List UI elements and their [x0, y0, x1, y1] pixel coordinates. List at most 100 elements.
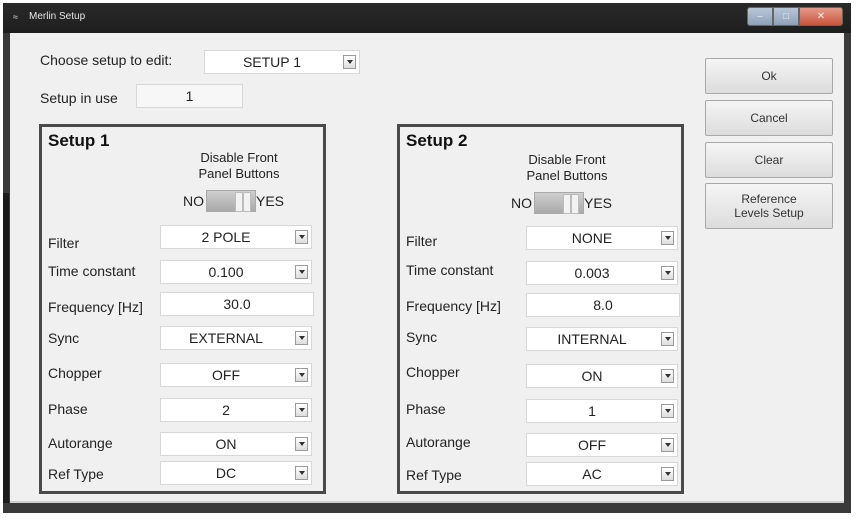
toggle-knob-icon: [571, 194, 579, 214]
cancel-button[interactable]: Cancel: [705, 100, 833, 136]
setup2-disable-label: Disable Front Panel Buttons: [507, 152, 627, 184]
setup2-title: Setup 2: [406, 131, 468, 150]
reference-button-line2: Levels Setup: [734, 206, 804, 220]
setup1-disable-label: Disable Front Panel Buttons: [179, 150, 299, 182]
minimize-icon[interactable]: –: [747, 7, 773, 26]
setup1-sync-value: EXTERNAL: [189, 330, 263, 346]
clear-button[interactable]: Clear: [705, 142, 833, 178]
setup-in-use-value: 1: [136, 84, 243, 108]
chevron-down-icon[interactable]: [661, 404, 674, 418]
setup1-phase-select[interactable]: 2: [160, 398, 312, 422]
setup2-sync-label: Sync: [406, 329, 438, 345]
setup2-time-constant-label: Time constant: [406, 262, 494, 278]
setup2-phase-select[interactable]: 1: [526, 399, 678, 423]
setup1-time-constant-label: Time constant: [48, 263, 136, 279]
chevron-down-icon[interactable]: [343, 55, 356, 69]
setup1-sync-select[interactable]: EXTERNAL: [160, 326, 312, 350]
setup1-panel: Setup 1 Disable Front Panel Buttons NO Y…: [39, 124, 326, 494]
toggle-knob-icon: [235, 192, 243, 212]
setup1-chopper-select[interactable]: OFF: [160, 363, 312, 387]
setup2-sync-value: INTERNAL: [557, 331, 627, 347]
setup1-autorange-label: Autorange: [48, 435, 113, 451]
setup2-autorange-select[interactable]: OFF: [526, 433, 678, 457]
setup2-ref-type-label: Ref Type: [406, 467, 462, 483]
chevron-down-icon[interactable]: [295, 230, 308, 244]
choose-setup-value: SETUP 1: [242, 54, 302, 70]
disable-line1: Disable Front: [200, 150, 278, 165]
window-edge: [3, 193, 9, 503]
setup1-phase-value: 2: [222, 402, 230, 418]
setup2-sync-select[interactable]: INTERNAL: [526, 327, 678, 351]
setup2-autorange-label: Autorange: [406, 434, 471, 450]
chevron-down-icon[interactable]: [295, 265, 308, 279]
setup1-yes-label: YES: [256, 193, 285, 209]
client-area: Choose setup to edit: SETUP 1 Setup in u…: [3, 33, 844, 503]
setup1-autorange-value: ON: [215, 436, 237, 452]
choose-setup-label: Choose setup to edit:: [40, 52, 173, 68]
setup2-filter-select[interactable]: NONE: [526, 226, 678, 250]
setup-window: ≈ Merlin Setup – □ ✕ Choose setup to edi…: [3, 3, 851, 513]
window-controls: – □ ✕: [747, 7, 843, 26]
setup1-ref-type-label: Ref Type: [48, 466, 104, 482]
reference-levels-setup-button[interactable]: Reference Levels Setup: [705, 183, 833, 229]
maximize-icon[interactable]: □: [773, 7, 799, 26]
setup1-no-label: NO: [183, 193, 204, 209]
setup2-chopper-select[interactable]: ON: [526, 364, 678, 388]
setup2-ref-type-value: AC: [582, 466, 602, 482]
setup2-chopper-label: Chopper: [406, 364, 460, 380]
setup1-frequency-input[interactable]: 30.0: [160, 292, 314, 316]
title-bar[interactable]: ≈ Merlin Setup – □ ✕: [3, 3, 851, 33]
setup2-time-constant-select[interactable]: 0.003: [526, 261, 678, 285]
chevron-down-icon[interactable]: [295, 368, 308, 382]
setup2-filter-value: NONE: [571, 230, 613, 246]
setup2-phase-label: Phase: [406, 401, 446, 417]
setup2-panel: Setup 2 Disable Front Panel Buttons NO Y…: [397, 124, 684, 494]
chevron-down-icon[interactable]: [661, 332, 674, 346]
setup2-ref-type-select[interactable]: AC: [526, 462, 678, 486]
setup-in-use-label: Setup in use: [40, 90, 118, 106]
setup2-disable-toggle[interactable]: [534, 192, 584, 214]
setup1-time-constant-value: 0.100: [208, 264, 244, 280]
chevron-down-icon[interactable]: [295, 331, 308, 345]
reference-button-line1: Reference: [741, 192, 797, 206]
setup1-phase-label: Phase: [48, 401, 88, 417]
disable-line2: Panel Buttons: [526, 168, 608, 183]
chevron-down-icon[interactable]: [295, 466, 308, 480]
setup1-filter-value: 2 POLE: [201, 229, 251, 245]
disable-line1: Disable Front: [528, 152, 606, 167]
setup2-yes-label: YES: [584, 195, 613, 211]
toggle-knob-icon: [563, 194, 571, 214]
chevron-down-icon[interactable]: [661, 266, 674, 280]
setup2-filter-label: Filter: [406, 233, 438, 249]
setup1-filter-label: Filter: [48, 235, 80, 251]
chevron-down-icon[interactable]: [295, 437, 308, 451]
close-icon[interactable]: ✕: [799, 7, 843, 26]
chevron-down-icon[interactable]: [661, 231, 674, 245]
chevron-down-icon[interactable]: [661, 369, 674, 383]
setup1-time-constant-select[interactable]: 0.100: [160, 260, 312, 284]
setup2-chopper-value: ON: [581, 368, 603, 384]
bottom-divider: [10, 501, 844, 503]
setup1-filter-select[interactable]: 2 POLE: [160, 225, 312, 249]
setup1-title: Setup 1: [48, 131, 110, 150]
choose-setup-select[interactable]: SETUP 1: [204, 50, 360, 74]
chevron-down-icon[interactable]: [661, 438, 674, 452]
setup1-ref-type-select[interactable]: DC: [160, 461, 312, 485]
setup1-disable-toggle[interactable]: [206, 190, 256, 212]
ok-button[interactable]: Ok: [705, 58, 833, 94]
setup1-frequency-label: Frequency [Hz]: [48, 299, 143, 315]
setup1-chopper-label: Chopper: [48, 365, 102, 381]
toggle-knob-icon: [243, 192, 251, 212]
setup1-autorange-select[interactable]: ON: [160, 432, 312, 456]
disable-line2: Panel Buttons: [198, 166, 280, 181]
setup2-autorange-value: OFF: [578, 437, 606, 453]
setup2-phase-value: 1: [588, 403, 596, 419]
setup1-sync-label: Sync: [48, 330, 80, 346]
setup2-frequency-label: Frequency [Hz]: [406, 298, 501, 314]
chevron-down-icon[interactable]: [295, 403, 308, 417]
setup2-frequency-input[interactable]: 8.0: [526, 293, 680, 317]
setup1-ref-type-value: DC: [215, 465, 237, 481]
window-title: Merlin Setup: [29, 11, 86, 22]
chevron-down-icon[interactable]: [661, 467, 674, 481]
setup1-chopper-value: OFF: [212, 367, 240, 383]
